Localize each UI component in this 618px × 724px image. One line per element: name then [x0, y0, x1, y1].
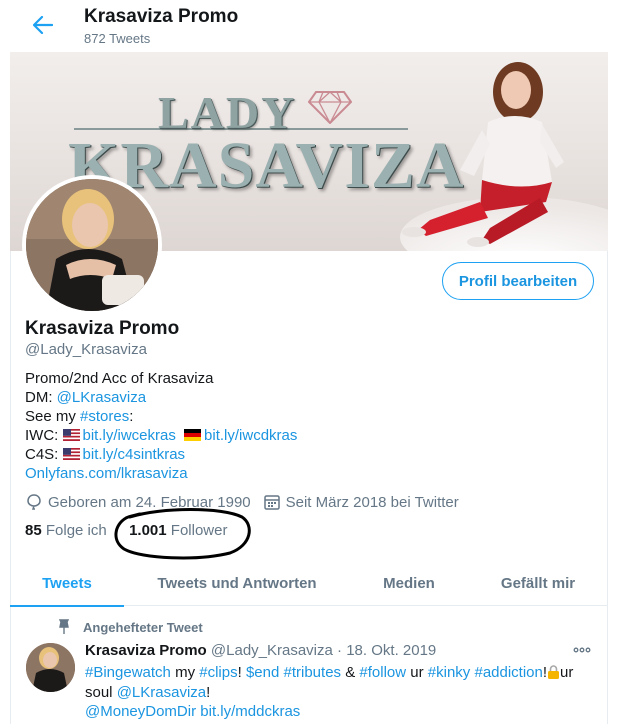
more-options-icon[interactable]	[572, 644, 592, 656]
cashtag[interactable]: $end	[246, 664, 279, 681]
tweet-text-part: !	[237, 664, 246, 681]
bio-see-label: See my	[25, 408, 81, 425]
hashtag[interactable]: #kinky	[428, 664, 471, 681]
edit-profile-button[interactable]: Profil bearbeiten	[442, 262, 594, 300]
header-title: Krasaviza Promo	[84, 6, 239, 27]
pinned-label-text: Angehefteter Tweet	[83, 619, 203, 635]
bio-onlyfans-link[interactable]: Onlyfans.com/lkrasaviza	[25, 465, 188, 482]
bio-line-c4s: C4S: bit.ly/c4sintkras	[25, 445, 585, 464]
tweet-text-part: soul	[85, 683, 117, 701]
bio-dm-label: DM:	[25, 389, 57, 406]
pinned-tweet-label: Angehefteter Tweet	[57, 619, 203, 635]
tweet-avatar[interactable]	[26, 643, 75, 692]
following-link[interactable]: 85 Folge ich	[25, 522, 107, 539]
us-flag-icon	[62, 448, 80, 460]
diamond-icon	[308, 91, 352, 124]
profile-name: Krasaviza Promo	[25, 318, 180, 339]
banner-model-image	[400, 62, 608, 251]
tweet-avatar-photo	[26, 643, 75, 692]
bio-iwc-link-1[interactable]: bit.ly/iwcekras	[83, 427, 176, 444]
following-label: Folge ich	[45, 522, 107, 539]
profile-handle: @Lady_Krasaviza	[25, 341, 147, 358]
german-flag-icon	[184, 429, 202, 441]
tweet-header: Krasaviza Promo @Lady_Krasaviza · 18. Ok…	[85, 642, 436, 659]
hashtag[interactable]: #follow	[359, 664, 406, 681]
us-flag-icon	[62, 429, 80, 441]
tweet-date[interactable]: 18. Okt. 2019	[346, 642, 436, 659]
tab-tweets-and-replies[interactable]: Tweets und Antworten	[124, 561, 350, 606]
pin-icon	[58, 619, 70, 634]
bio-line-iwc: IWC: bit.ly/iwcekras bit.ly/iwcdkras	[25, 426, 585, 445]
tweet-author-handle[interactable]: @Lady_Krasaviza	[211, 642, 333, 659]
bio-line-stores: See my #stores:	[25, 407, 585, 426]
avatar-portrait	[26, 179, 158, 311]
header-tweet-count: 872 Tweets	[84, 31, 151, 46]
back-button[interactable]	[28, 10, 58, 40]
calendar-icon	[263, 495, 280, 510]
bio-dm-link[interactable]: @LKrasaviza	[57, 389, 146, 406]
hashtag[interactable]: #clips	[199, 664, 237, 681]
hashtag[interactable]: #addiction	[474, 664, 542, 681]
bio-stores-hashtag[interactable]: #stores	[80, 408, 129, 425]
tweet-text-part: my	[170, 664, 200, 681]
profile-tabs: Tweets Tweets und Antworten Medien Gefäl…	[10, 561, 608, 607]
tab-likes[interactable]: Gefällt mir	[468, 561, 608, 606]
tweet-link[interactable]: bit.ly/mddckras	[200, 703, 300, 720]
bio-c4s-link[interactable]: bit.ly/c4sintkras	[83, 446, 186, 463]
tweet-text: #Bingewatch my #clips! $end #tributes & …	[85, 663, 595, 722]
lock-emoji-icon	[548, 665, 560, 679]
profile-joined: Seit März 2018 bei Twitter	[285, 493, 459, 511]
hashtag[interactable]: #Bingewatch	[85, 664, 171, 681]
bio-see-end: :	[129, 408, 134, 425]
bio-iwc-label: IWC:	[25, 427, 63, 444]
bio-line-1: Promo/2nd Acc of Krasaviza	[25, 369, 585, 388]
profile-avatar[interactable]	[22, 175, 162, 315]
bio-line-onlyfans: Onlyfans.com/lkrasaviza	[25, 464, 585, 483]
tab-tweets[interactable]: Tweets	[10, 561, 124, 607]
hashtag[interactable]: #tributes	[284, 664, 342, 681]
tweet-separator: ·	[332, 642, 347, 659]
bio-text: Promo/2nd Acc of Krasaviza	[25, 370, 214, 387]
profile-bio: Promo/2nd Acc of Krasaviza DM: @LKrasavi…	[25, 369, 585, 483]
profile-header-bar: Krasaviza Promo 872 Tweets	[10, 0, 608, 52]
avatar-photo	[26, 179, 158, 311]
hand-drawn-circle-annotation	[114, 508, 251, 560]
bio-c4s-label: C4S:	[25, 446, 63, 463]
tweet-text-part: ur	[560, 664, 574, 681]
following-count: 85	[25, 522, 42, 539]
balloon-icon	[27, 494, 41, 510]
tweet-text-part: !	[206, 683, 211, 701]
tweet-text-part: &	[341, 664, 360, 681]
bio-line-dm: DM: @LKrasaviza	[25, 388, 585, 407]
tweet-author-name[interactable]: Krasaviza Promo	[85, 642, 207, 659]
mention[interactable]: @MoneyDomDir	[85, 703, 196, 720]
tab-media[interactable]: Medien	[350, 561, 468, 606]
mention[interactable]: @LKrasaviza	[117, 684, 206, 701]
arrow-left-icon	[33, 16, 53, 34]
bio-iwc-link-2[interactable]: bit.ly/iwcdkras	[204, 427, 297, 444]
tweet-text-part: ur	[406, 664, 428, 681]
